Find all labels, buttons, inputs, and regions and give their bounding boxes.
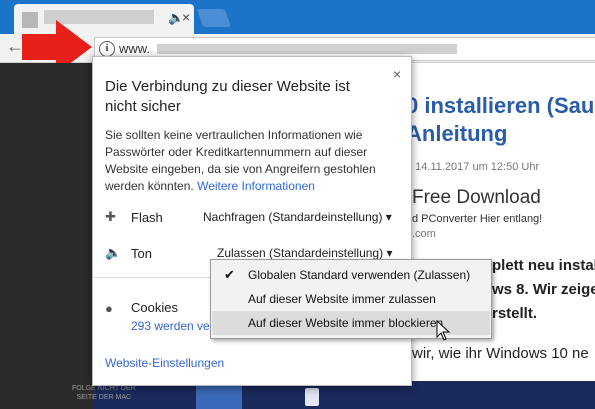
site-settings-link[interactable]: Website-Einstellungen xyxy=(105,356,224,370)
sound-permission-select[interactable]: Zulassen (Standardeinstellung) ▾ xyxy=(217,246,392,260)
ad-subtitle: d PConverter Hier entlang! xyxy=(412,213,543,225)
puzzle-icon: ✚ xyxy=(105,209,116,224)
article-body-2: ws 8. Wir zeige xyxy=(492,281,595,298)
popup-close-icon[interactable]: × xyxy=(393,66,401,82)
article-body-4: wir, wie ihr Windows 10 ne xyxy=(412,345,589,362)
popup-title: Die Verbindung zu dieser Website ist nic… xyxy=(105,78,350,115)
mouse-cursor-icon xyxy=(436,320,451,341)
dropdown-option-allow[interactable]: Auf dieser Website immer zulassen xyxy=(212,287,490,311)
speaker-icon: 🔈 xyxy=(105,245,122,260)
article-body-1: plett neu instal xyxy=(492,257,595,274)
url-redacted xyxy=(157,44,457,54)
article-heading-line2: Anleitung xyxy=(406,121,508,146)
cookies-count-link[interactable]: 293 werden ve xyxy=(131,319,210,333)
dropdown-option-default[interactable]: ✔ Globalen Standard verwenden (Zulassen) xyxy=(212,263,490,287)
dropdown-option-label: Globalen Standard verwenden (Zulassen) xyxy=(248,268,471,282)
dropdown-option-label: Auf dieser Website immer zulassen xyxy=(248,292,436,306)
tab-close-icon[interactable]: × xyxy=(182,9,190,25)
article-date: n 14.11.2017 um 12:50 Uhr xyxy=(406,161,540,173)
sound-permission-value: Zulassen (Standardeinstellung) xyxy=(217,246,384,260)
more-info-link[interactable]: Weitere Informationen xyxy=(197,179,315,193)
article-heading-line1: 0 installieren (Sau xyxy=(406,93,595,118)
cookie-icon: ● xyxy=(105,301,113,316)
tile-icon[interactable] xyxy=(196,384,242,409)
permission-sound-label: Ton xyxy=(131,246,152,261)
cookies-label: Cookies xyxy=(131,300,178,315)
ad-domain: .com xyxy=(412,228,436,240)
bottom-caption: FOLGE NICHT DER SEITE DER MAC xyxy=(72,385,136,401)
site-info-icon[interactable]: i xyxy=(99,41,115,57)
flash-permission-select[interactable]: Nachfragen (Standardeinstellung) ▾ xyxy=(203,210,392,224)
new-tab-button[interactable] xyxy=(196,9,232,27)
page-left-dark xyxy=(0,63,93,409)
article-body-3: rstellt. xyxy=(492,305,538,322)
permission-flash-label: Flash xyxy=(131,210,163,225)
popup-description: Sie sollten keine vertraulichen Informat… xyxy=(105,127,395,195)
url-text: www. xyxy=(119,41,151,56)
checkmark-icon: ✔ xyxy=(224,267,235,282)
recycle-bin-icon[interactable] xyxy=(305,388,319,406)
ad-title[interactable]: Free Download xyxy=(412,187,541,209)
flash-permission-value: Nachfragen (Standardeinstellung) xyxy=(203,210,383,224)
dropdown-option-label: Auf dieser Website immer blockieren xyxy=(248,316,444,330)
